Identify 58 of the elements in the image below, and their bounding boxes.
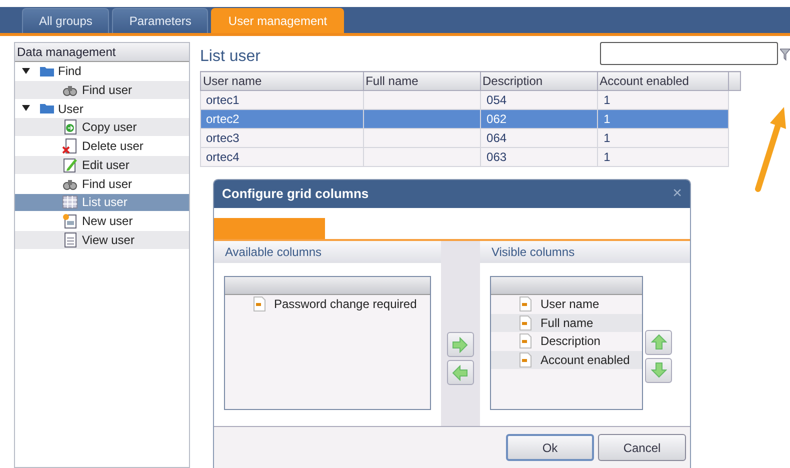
dialog-button[interactable]: Cancel — [598, 434, 686, 461]
tree-item[interactable]: Find user — [15, 80, 189, 100]
page-icon — [62, 232, 78, 248]
up-arrow-button[interactable] — [645, 330, 672, 354]
tree-item[interactable]: View user — [15, 231, 189, 250]
list-item[interactable]: Description — [491, 332, 642, 350]
list-item[interactable]: Full name — [491, 314, 642, 332]
table-cell: 062 — [480, 110, 598, 128]
expander-icon[interactable] — [22, 104, 30, 112]
panel-header: Data management — [15, 43, 189, 62]
column-header[interactable]: Full name — [363, 72, 480, 90]
table-cell: 1 — [597, 148, 728, 166]
page-title: List user — [200, 47, 260, 67]
tab[interactable]: All groups — [22, 8, 110, 33]
list-item[interactable]: Account enabled — [491, 350, 642, 369]
up-arrow-icon — [650, 334, 667, 350]
panel-header: Visible columns — [480, 241, 690, 263]
table-cell: 1 — [597, 110, 728, 128]
table-cell: 054 — [480, 90, 598, 110]
column-page-icon — [518, 333, 534, 350]
table-cell: 063 — [480, 148, 598, 166]
search-field[interactable] — [600, 42, 778, 65]
column-page-icon — [518, 314, 534, 331]
column-page-icon — [518, 352, 534, 368]
tree-item[interactable]: Copy user — [15, 118, 189, 138]
copy-icon — [62, 119, 78, 136]
column-header[interactable] — [728, 72, 740, 90]
down-arrow-icon — [650, 362, 667, 378]
column-page-icon — [252, 296, 268, 312]
column-header[interactable]: Description — [480, 72, 598, 90]
table-cell[interactable]: ortec3 — [200, 128, 364, 148]
column-page-icon — [518, 296, 534, 312]
right-arrow-icon — [452, 336, 468, 352]
right-arrow-button[interactable] — [446, 332, 474, 357]
delete-page-icon — [62, 138, 78, 154]
tab[interactable]: Parameters — [112, 8, 208, 33]
panel-header: Available columns — [214, 241, 441, 263]
expander-icon[interactable] — [22, 66, 30, 75]
table-cell: 1 — [597, 128, 728, 148]
left-arrow-icon — [452, 364, 468, 380]
dialog-title: Configure grid columns — [222, 185, 369, 204]
column-header[interactable]: User name — [200, 72, 364, 90]
table-cell[interactable]: ortec4 — [200, 148, 364, 166]
table-cell[interactable]: ortec2 — [200, 110, 364, 128]
list-item[interactable]: Password change required — [225, 295, 430, 314]
table-cell: 1 — [597, 90, 728, 110]
edit-page-icon — [62, 156, 78, 173]
grid-icon — [62, 194, 78, 210]
tree-item[interactable]: Edit user — [15, 156, 189, 175]
list-item[interactable]: User name — [491, 295, 642, 314]
down-arrow-button[interactable] — [645, 358, 672, 382]
column-header[interactable]: Account enabled — [597, 72, 728, 90]
dialog-button[interactable]: Ok — [506, 434, 594, 461]
filter-icon[interactable] — [780, 46, 790, 62]
table-cell: 064 — [480, 128, 598, 148]
new-page-icon — [62, 213, 78, 230]
left-arrow-button[interactable] — [446, 360, 474, 385]
table-cell[interactable]: ortec1 — [200, 90, 364, 110]
